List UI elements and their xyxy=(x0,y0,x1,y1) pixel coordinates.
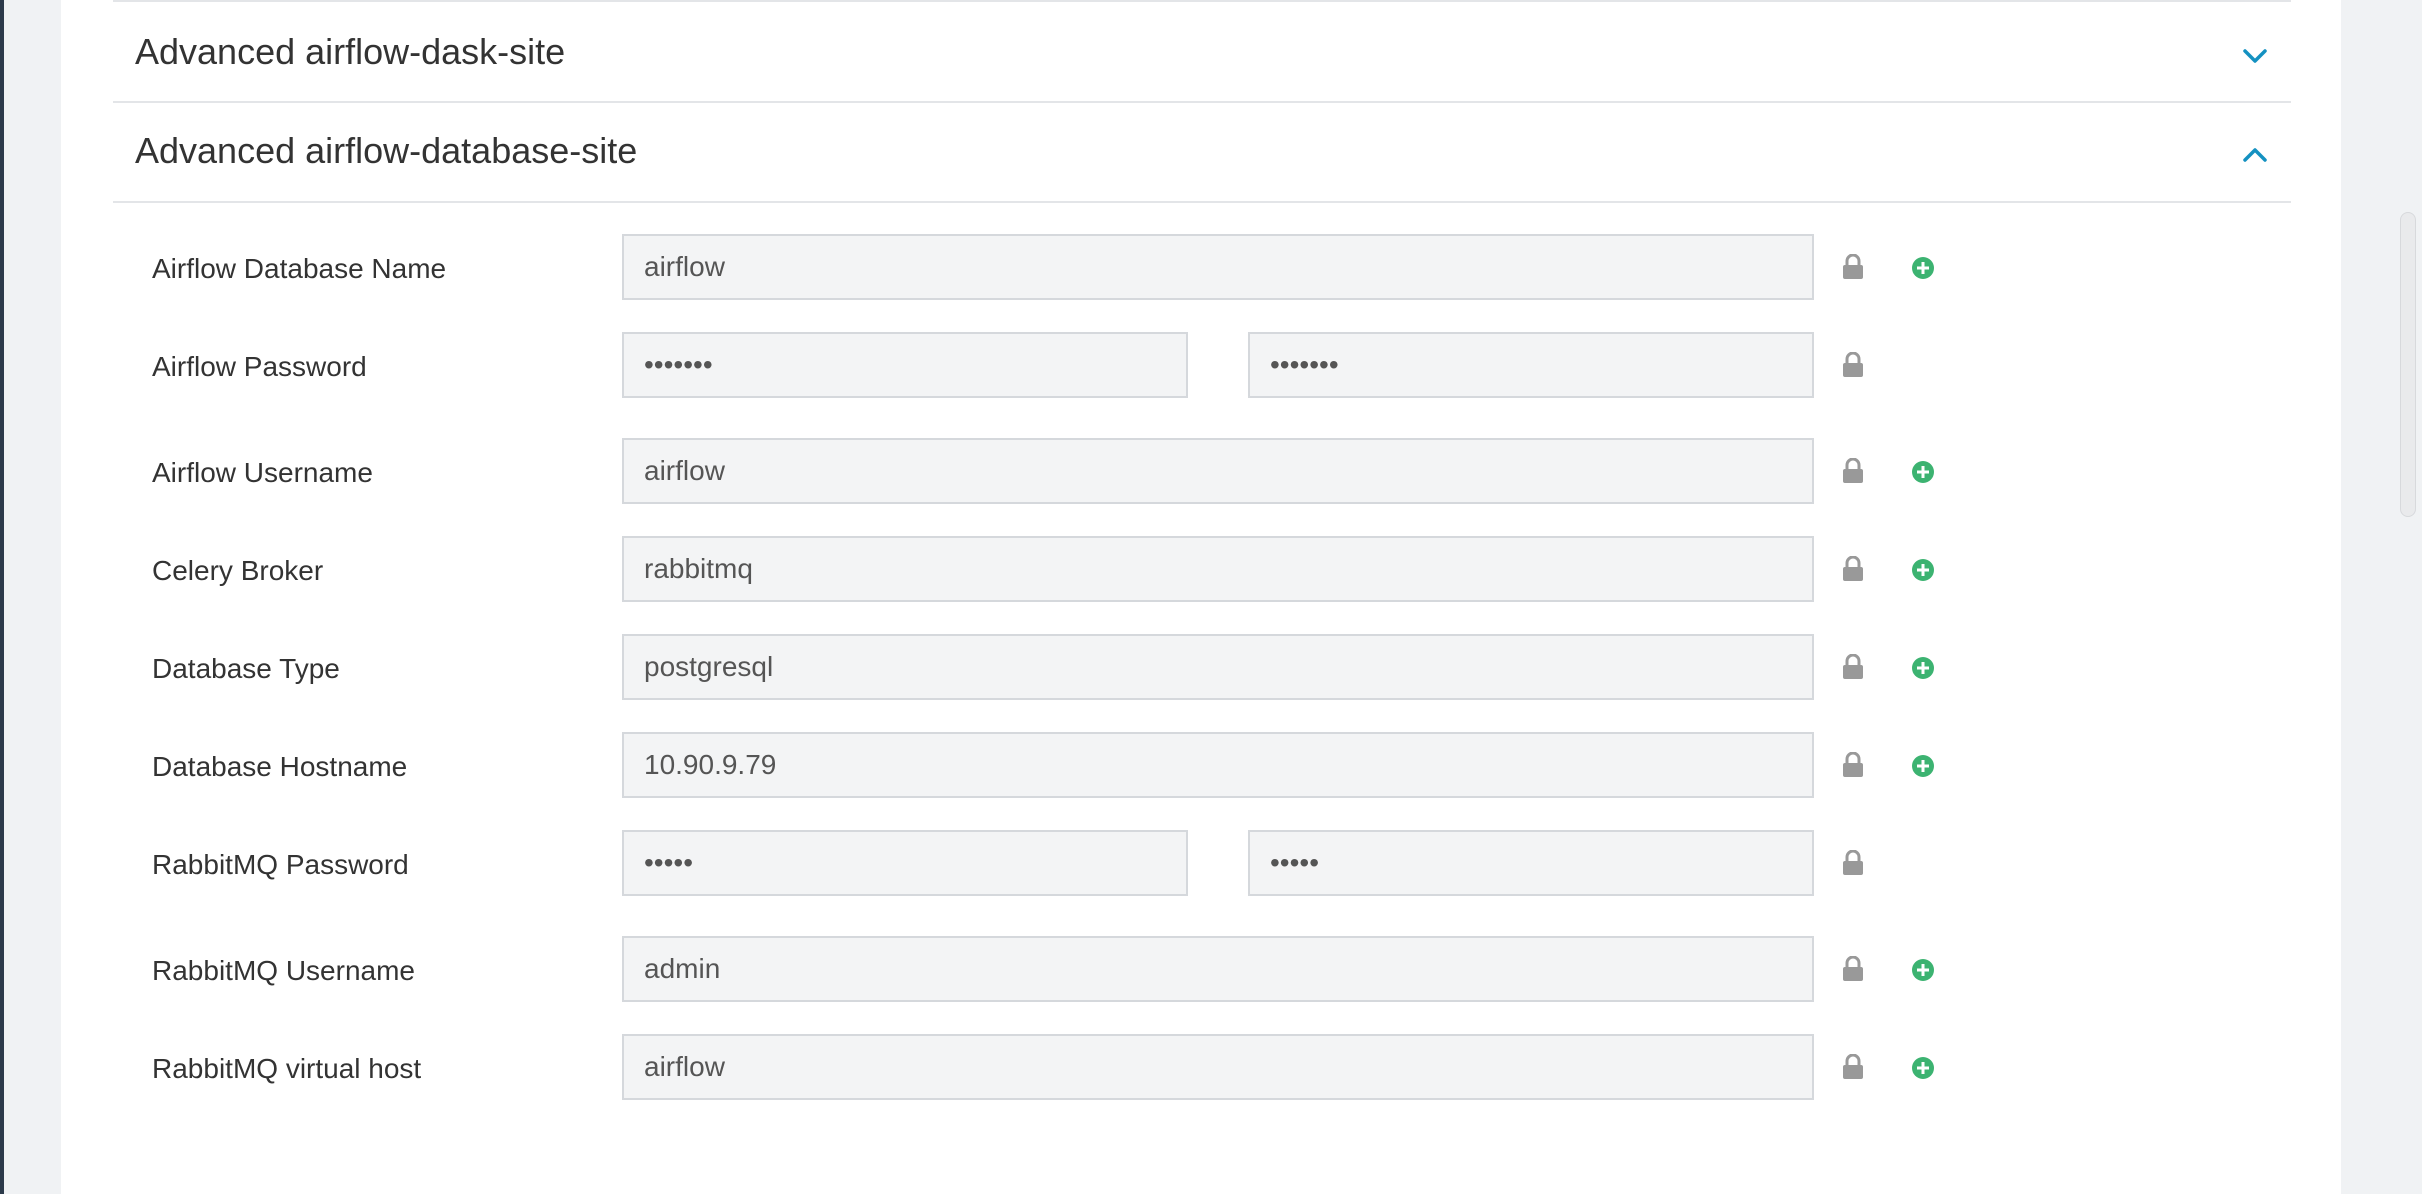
config-row-airflow-database-name: Airflow Database Name airflow xyxy=(61,234,2341,304)
field-label: Database Hostname xyxy=(152,751,408,782)
config-row-rabbitmq-virtual-host: RabbitMQ virtual host airflow xyxy=(61,1034,2341,1104)
rabbitmq-username-input[interactable]: admin xyxy=(622,936,1814,1002)
airflow-password-input[interactable]: ••••••• xyxy=(622,332,1188,398)
config-panel: Advanced airflow-dask-site Advanced airf… xyxy=(61,0,2341,1194)
lock-icon[interactable] xyxy=(1841,352,1865,378)
lock-icon[interactable] xyxy=(1841,458,1865,484)
field-label: Database Type xyxy=(152,653,340,684)
config-row-rabbitmq-username: RabbitMQ Username admin xyxy=(61,936,2341,1006)
database-type-input[interactable]: postgresql xyxy=(622,634,1814,700)
plus-circle-icon[interactable] xyxy=(1911,1056,1935,1080)
field-label: Airflow Username xyxy=(152,457,373,488)
lock-icon[interactable] xyxy=(1841,850,1865,876)
field-label: Airflow Password xyxy=(152,351,367,382)
field-label: Airflow Database Name xyxy=(152,253,447,284)
celery-broker-input[interactable]: rabbitmq xyxy=(622,536,1814,602)
config-row-airflow-username: Airflow Username airflow xyxy=(61,438,2341,508)
airflow-password-confirm-input[interactable]: ••••••• xyxy=(1248,332,1814,398)
lock-icon[interactable] xyxy=(1841,556,1865,582)
plus-circle-icon[interactable] xyxy=(1911,460,1935,484)
window-left-edge xyxy=(0,0,4,1194)
chevron-up-icon[interactable] xyxy=(2239,139,2271,171)
field-label: RabbitMQ Password xyxy=(152,849,409,880)
field-label: RabbitMQ Username xyxy=(152,955,415,986)
config-row-database-hostname: Database Hostname 10.90.9.79 xyxy=(61,732,2341,802)
plus-circle-icon[interactable] xyxy=(1911,754,1935,778)
section-title: Advanced airflow-dask-site xyxy=(135,31,566,72)
lock-icon[interactable] xyxy=(1841,254,1865,280)
chevron-down-icon[interactable] xyxy=(2239,40,2271,72)
plus-circle-icon[interactable] xyxy=(1911,656,1935,680)
rabbitmq-password-confirm-input[interactable]: ••••• xyxy=(1248,830,1814,896)
section-header-database-site[interactable]: Advanced airflow-database-site xyxy=(113,103,2291,203)
lock-icon[interactable] xyxy=(1841,654,1865,680)
field-label: RabbitMQ virtual host xyxy=(152,1053,422,1084)
section-header-dask-site[interactable]: Advanced airflow-dask-site xyxy=(113,0,2291,103)
airflow-database-name-input[interactable]: airflow xyxy=(622,234,1814,300)
lock-icon[interactable] xyxy=(1841,956,1865,982)
plus-circle-icon[interactable] xyxy=(1911,558,1935,582)
config-row-celery-broker: Celery Broker rabbitmq xyxy=(61,536,2341,606)
plus-circle-icon[interactable] xyxy=(1911,958,1935,982)
airflow-username-input[interactable]: airflow xyxy=(622,438,1814,504)
database-hostname-input[interactable]: 10.90.9.79 xyxy=(622,732,1814,798)
config-row-airflow-password: Airflow Password ••••••• ••••••• xyxy=(61,332,2341,402)
rabbitmq-password-input[interactable]: ••••• xyxy=(622,830,1188,896)
config-row-rabbitmq-password: RabbitMQ Password ••••• ••••• xyxy=(61,830,2341,900)
field-label: Celery Broker xyxy=(152,555,324,586)
section-title: Advanced airflow-database-site xyxy=(135,130,638,171)
vertical-scrollbar[interactable] xyxy=(2400,212,2416,517)
config-row-database-type: Database Type postgresql xyxy=(61,634,2341,704)
lock-icon[interactable] xyxy=(1841,752,1865,778)
rabbitmq-virtual-host-input[interactable]: airflow xyxy=(622,1034,1814,1100)
lock-icon[interactable] xyxy=(1841,1054,1865,1080)
plus-circle-icon[interactable] xyxy=(1911,256,1935,280)
